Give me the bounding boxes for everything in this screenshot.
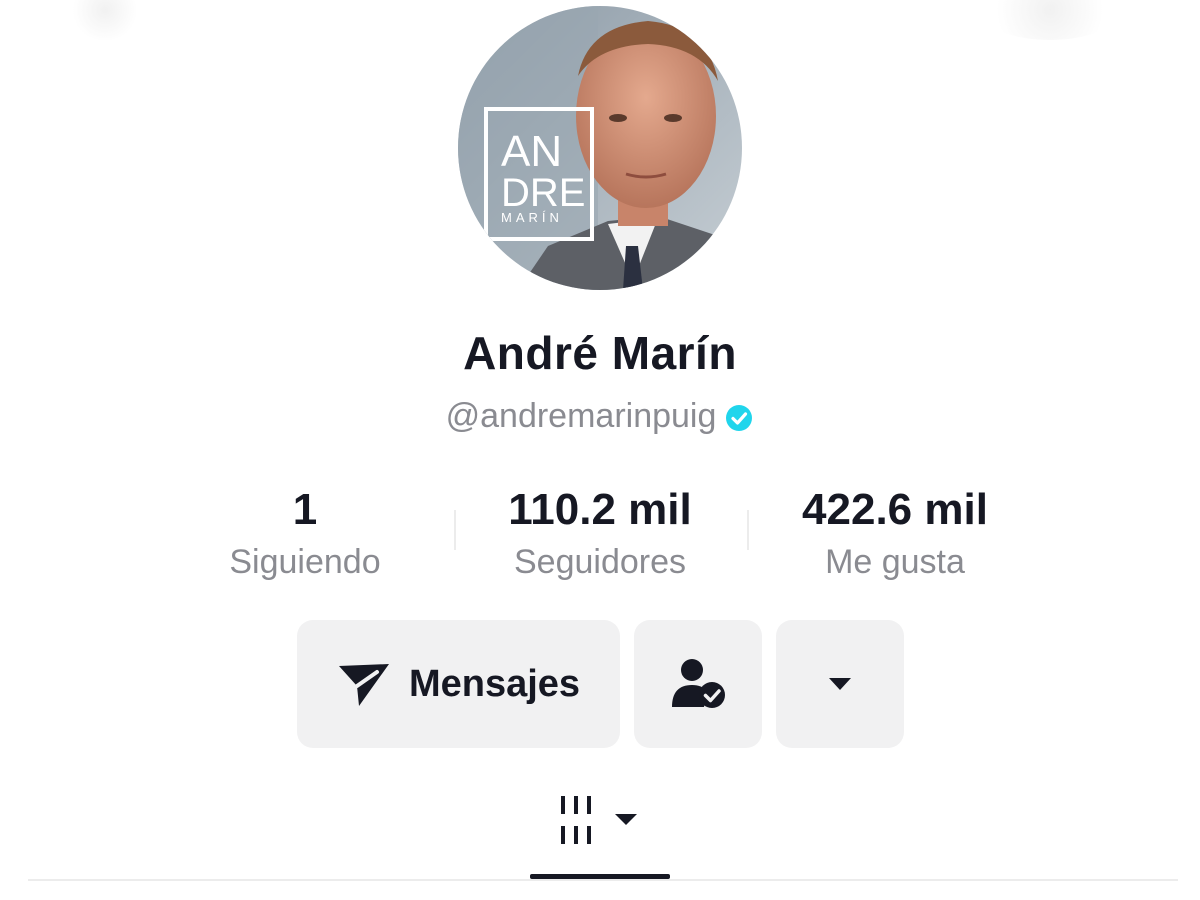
caret-down-icon bbox=[829, 678, 851, 690]
stat-followers[interactable]: 110.2 mil Seguidores bbox=[480, 480, 720, 584]
following-status-button[interactable] bbox=[634, 620, 762, 748]
more-options-button[interactable] bbox=[776, 620, 904, 748]
top-right-artifact bbox=[980, 0, 1120, 40]
profile-page: AN DRE MARÍN André Marín @andremarinpuig… bbox=[0, 0, 1200, 900]
stat-likes[interactable]: 422.6 mil Me gusta bbox=[770, 480, 1020, 584]
likes-count: 422.6 mil bbox=[802, 485, 988, 534]
followers-label: Seguidores bbox=[513, 543, 686, 581]
likes-label: Me gusta bbox=[825, 543, 965, 581]
handle-row: @andremarinpuig bbox=[0, 397, 1200, 436]
avatar-photo: AN DRE MARÍN bbox=[458, 6, 742, 290]
avatar[interactable]: AN DRE MARÍN bbox=[458, 6, 742, 290]
verified-badge-icon bbox=[726, 404, 753, 431]
tab-bar-divider bbox=[28, 879, 1178, 881]
send-icon bbox=[338, 664, 389, 706]
grid-columns-icon bbox=[561, 796, 637, 844]
following-label: Siguiendo bbox=[229, 543, 381, 581]
profile-stats: 1 Siguiendo 110.2 mil Seguidores 422.6 m… bbox=[0, 480, 1200, 590]
user-check-icon bbox=[672, 659, 725, 708]
display-name: André Marín bbox=[463, 327, 737, 379]
stat-following[interactable]: 1 Siguiendo bbox=[205, 480, 405, 584]
username-handle: @andremarinpuig bbox=[445, 397, 717, 435]
followers-count: 110.2 mil bbox=[508, 485, 692, 534]
following-count: 1 bbox=[292, 485, 318, 534]
avatar-logo-line1: AN bbox=[501, 127, 562, 176]
messages-button[interactable]: Mensajes bbox=[297, 620, 620, 748]
tab-videos[interactable] bbox=[528, 790, 672, 882]
stat-divider bbox=[454, 510, 456, 550]
avatar-logo-line3: MARÍN bbox=[501, 210, 563, 225]
avatar-logo-line2: DRE bbox=[501, 171, 585, 215]
messages-label: Mensajes bbox=[408, 662, 581, 705]
stat-divider bbox=[747, 510, 749, 550]
top-left-artifact bbox=[70, 0, 140, 40]
